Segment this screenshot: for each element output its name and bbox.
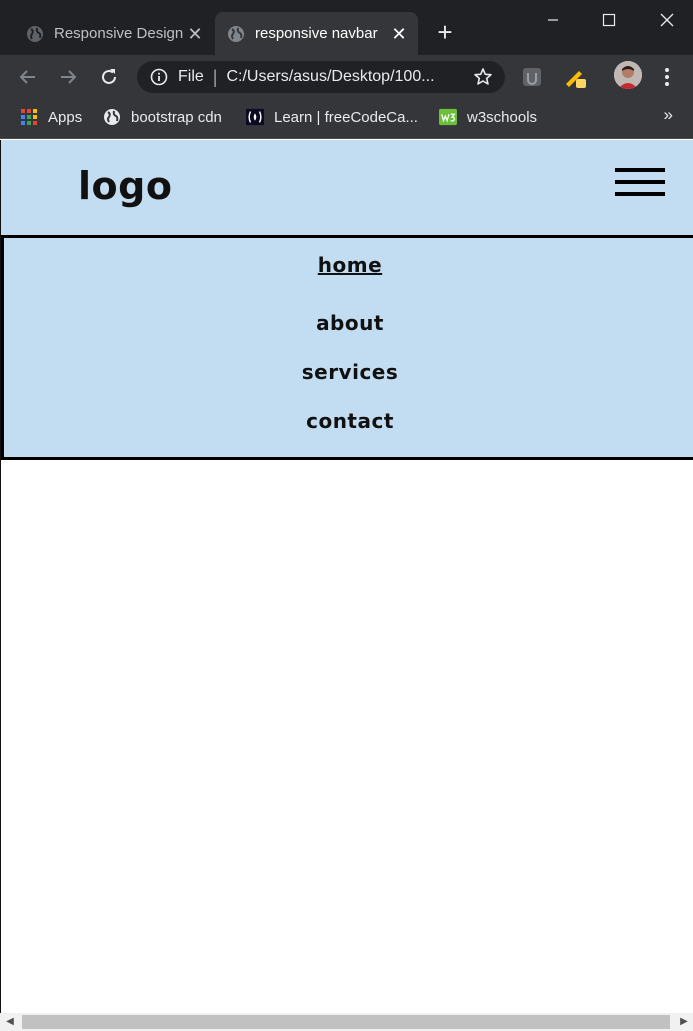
site-header: logo (1, 140, 693, 235)
tab-title: responsive navbar (255, 25, 378, 42)
bookmark-w3schools[interactable]: w3schools (439, 107, 537, 127)
nav-link-contact[interactable]: contact (4, 409, 693, 433)
extension-pencil-icon[interactable] (561, 63, 589, 91)
back-arrow-icon[interactable] (14, 63, 42, 91)
site-logo[interactable]: logo (78, 164, 172, 208)
nav-menu: home about services contact (1, 235, 693, 460)
globe-icon (227, 25, 245, 43)
reload-icon[interactable] (95, 63, 123, 91)
bookmark-label: bootstrap cdn (131, 108, 222, 126)
bookmarks-overflow-button[interactable]: » (664, 105, 673, 125)
nav-link-services[interactable]: services (4, 360, 693, 384)
horizontal-scrollbar[interactable]: ◀ ▶ (0, 1013, 693, 1031)
extension-icon[interactable] (518, 63, 546, 91)
browser-titlebar: Responsive Design ✕ responsive navbar ✕ … (0, 0, 693, 55)
scrollbar-thumb[interactable] (22, 1015, 670, 1029)
hamburger-menu-icon[interactable] (615, 168, 667, 200)
bookmark-label: Apps (48, 108, 83, 126)
bookmark-apps[interactable]: Apps (20, 107, 82, 127)
forward-arrow-icon[interactable] (54, 63, 82, 91)
close-tab-icon[interactable]: ✕ (184, 25, 206, 43)
globe-icon (26, 25, 44, 43)
apps-grid-icon (20, 108, 38, 126)
scroll-right-icon[interactable]: ▶ (678, 1016, 690, 1028)
tab-responsive-design[interactable]: Responsive Design ✕ (14, 12, 214, 55)
w3schools-icon (439, 108, 457, 126)
address-bar[interactable]: File | C:/Users/asus/Desktop/100... (137, 61, 505, 93)
profile-avatar[interactable] (614, 61, 642, 89)
scroll-left-icon[interactable]: ◀ (4, 1016, 16, 1028)
address-separator: | (212, 66, 218, 87)
bookmark-freecodecamp[interactable]: Learn | freeCodeCa... (246, 107, 418, 127)
close-window-icon[interactable] (647, 6, 687, 34)
globe-icon (103, 108, 121, 126)
minimize-icon[interactable] (533, 6, 573, 34)
nav-link-home[interactable]: home (4, 253, 693, 277)
bookmark-label: Learn | freeCodeCa... (274, 108, 418, 126)
info-icon[interactable] (150, 68, 168, 86)
bookmark-star-icon[interactable] (473, 67, 493, 92)
maximize-icon[interactable] (589, 6, 629, 34)
bookmark-bootstrap-cdn[interactable]: bootstrap cdn (103, 107, 222, 127)
menu-kebab-icon[interactable] (653, 63, 681, 91)
bookmarks-bar: Apps bootstrap cdn Learn | freeCodeCa...… (0, 99, 693, 139)
url-text[interactable]: C:/Users/asus/Desktop/100... (226, 68, 456, 86)
scheme-label: File (178, 68, 204, 85)
nav-link-about[interactable]: about (4, 311, 693, 335)
bookmark-label: w3schools (467, 108, 538, 126)
freecodecamp-icon (246, 108, 264, 126)
tab-responsive-navbar[interactable]: responsive navbar ✕ (215, 12, 418, 55)
close-tab-icon[interactable]: ✕ (388, 25, 410, 43)
new-tab-button[interactable]: + (432, 19, 458, 46)
tab-title: Responsive Design (54, 25, 184, 42)
browser-toolbar: File | C:/Users/asus/Desktop/100... (0, 55, 693, 99)
page-viewport: logo home about services contact (0, 140, 693, 1013)
